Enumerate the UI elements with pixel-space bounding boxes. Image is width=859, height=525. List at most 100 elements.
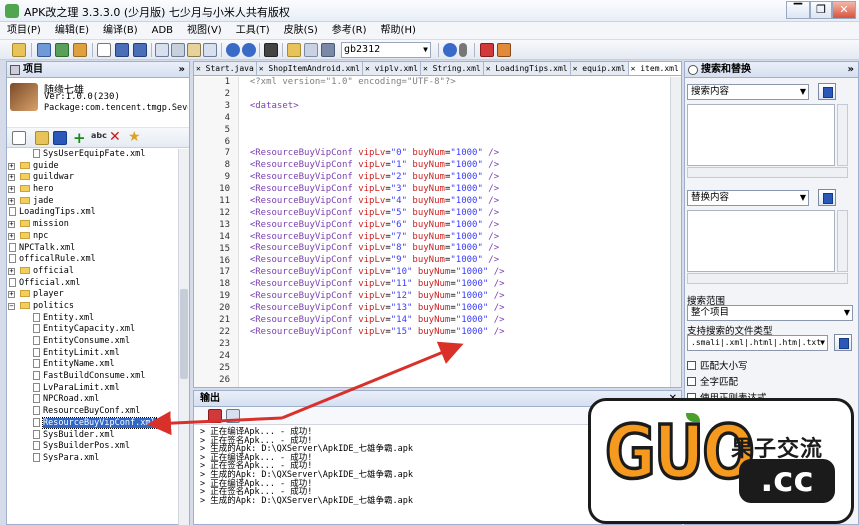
tree-file[interactable]: SysUserEquipFate.xml [7,149,179,161]
copy-icon[interactable] [226,409,240,423]
replace-button[interactable] [818,189,836,206]
home-icon[interactable] [497,43,511,57]
open-project-icon[interactable] [55,43,69,57]
minimize-button[interactable]: ▔ [786,1,810,19]
tree-file[interactable]: ResourceBuyConf.xml [7,406,179,418]
folder-icon[interactable] [287,43,301,57]
tree-folder[interactable]: + official [7,266,179,278]
tree-file[interactable]: LvParaLimit.xml [7,382,179,395]
tree-scrollbar[interactable] [178,149,189,525]
menu-help[interactable]: 帮助(H) [374,22,423,40]
file-types-select[interactable]: .smali|.xml|.html|.htm|.txt ▼ [687,335,828,351]
file-types-button[interactable] [834,334,852,351]
collapse-icon[interactable]: » [848,62,854,78]
encoding-select[interactable]: gb2312 ▼ [341,42,431,58]
tree-folder[interactable]: + jade [7,196,179,208]
editor-tab[interactable]: ✕ viplv.xml [363,62,421,75]
menu-edit[interactable]: 编辑(E) [48,22,96,40]
tree-file[interactable]: EntityCapacity.xml [7,324,179,336]
replace-icon[interactable] [203,43,217,57]
menu-tools[interactable]: 工具(T) [229,22,277,40]
tree-file[interactable]: SysBuilderPos.xml [7,441,179,453]
tree-file[interactable]: ResourceBuyVipConf.xml [7,416,179,430]
search-area-scrollbar[interactable] [837,104,848,166]
tree-file[interactable]: EntityName.xml [7,359,179,371]
tree-file[interactable]: EntityConsume.xml [7,336,179,348]
help-icon[interactable] [443,43,457,57]
expand-icon[interactable]: + [8,232,15,240]
replace-area-hscrollbar[interactable] [687,273,848,284]
replace-text-area[interactable] [687,210,835,272]
save-icon[interactable] [115,43,129,57]
new-file-icon[interactable] [97,43,111,57]
open-folder-icon[interactable] [12,43,26,57]
open-folder-icon[interactable] [35,131,49,145]
tree-file[interactable]: Official.xml [7,277,179,290]
expand-icon[interactable]: + [8,197,15,205]
menu-project[interactable]: 项目(P) [0,22,48,40]
expand-icon[interactable]: + [8,291,15,299]
tree-file[interactable]: FastBuildConsume.xml [7,371,179,383]
editor-scrollbar[interactable] [670,77,681,387]
tree-file[interactable]: NPCRoad.xml [7,394,179,406]
editor-tab[interactable]: ✕ Start.java [194,62,257,75]
expand-icon[interactable]: + [8,267,15,275]
tree-file[interactable]: Entity.xml [7,312,179,325]
editor-tab[interactable]: ✕ item.xml [628,62,681,75]
menu-view[interactable]: 视图(V) [180,22,229,40]
menu-adb[interactable]: ADB [145,22,180,40]
menu-reference[interactable]: 参考(R) [325,22,374,40]
close-project-icon[interactable] [73,43,87,57]
tree-file[interactable]: SysBuilder.xml [7,429,179,442]
tree-folder[interactable]: + npc [7,231,179,243]
menu-build[interactable]: 编译(B) [96,22,145,40]
scroll-thumb[interactable] [180,289,188,379]
clear-icon[interactable] [208,409,222,423]
pin-icon[interactable] [10,65,20,75]
rename-icon[interactable]: abc [91,131,107,145]
expand-icon[interactable]: + [8,186,15,194]
editor-tab[interactable]: ✕ ShopItemAndroid.xml [257,62,363,75]
refresh-icon[interactable] [53,131,67,145]
tree-folder[interactable]: + hero [7,184,179,196]
tree-file[interactable]: SysPara.xml [7,452,179,465]
delete-icon[interactable]: ✕ [109,129,123,145]
code-area[interactable]: <?xml version="1.0" encoding="UTF-8"?> <… [239,77,669,387]
save-all-icon[interactable] [133,43,147,57]
window-icon[interactable] [304,43,318,57]
cut-icon[interactable] [171,43,185,57]
expand-icon[interactable]: + [8,221,15,229]
tree-folder[interactable]: + guide [7,161,179,173]
tree-file[interactable]: LoadingTips.xml [7,207,179,219]
search-content-select[interactable]: 搜索内容 ▼ [687,84,809,100]
expand-icon[interactable]: − [8,302,15,310]
settings-icon[interactable] [321,43,335,57]
tree-folder[interactable]: − politics [7,301,179,313]
apk-icon[interactable] [480,43,494,57]
search-button[interactable] [818,83,836,100]
paste-icon[interactable] [187,43,201,57]
match-case-checkbox[interactable]: 匹配大小写 [687,358,748,372]
add-icon[interactable]: + [73,129,87,147]
redo-icon[interactable] [242,43,256,57]
search-area-hscrollbar[interactable] [687,167,848,178]
new-file-icon[interactable] [12,131,26,145]
whole-word-checkbox[interactable]: 全字匹配 [687,374,738,388]
maximize-button[interactable]: ❐ [810,1,832,19]
expand-icon[interactable]: + [8,162,15,170]
tree-file[interactable]: EntityLimit.xml [7,347,179,360]
editor-tab[interactable]: ✕ String.xml [421,62,484,75]
tree-file[interactable]: NPCTalk.xml [7,242,179,255]
scope-select[interactable]: 整个项目 ▼ [687,305,853,321]
new-project-icon[interactable] [37,43,51,57]
tree-folder[interactable]: + player [7,289,179,301]
expand-icon[interactable]: + [8,174,15,182]
editor-tab[interactable]: ✕ equip.xml [571,62,629,75]
tree-file[interactable]: officalRule.xml [7,254,179,266]
replace-area-scrollbar[interactable] [837,210,848,272]
collapse-icon[interactable]: » [179,62,185,78]
microphone-icon[interactable] [459,43,467,57]
close-button[interactable]: ✕ [832,1,856,19]
tree-folder[interactable]: + mission [7,219,179,231]
tree-folder[interactable]: + guildwar [7,172,179,184]
